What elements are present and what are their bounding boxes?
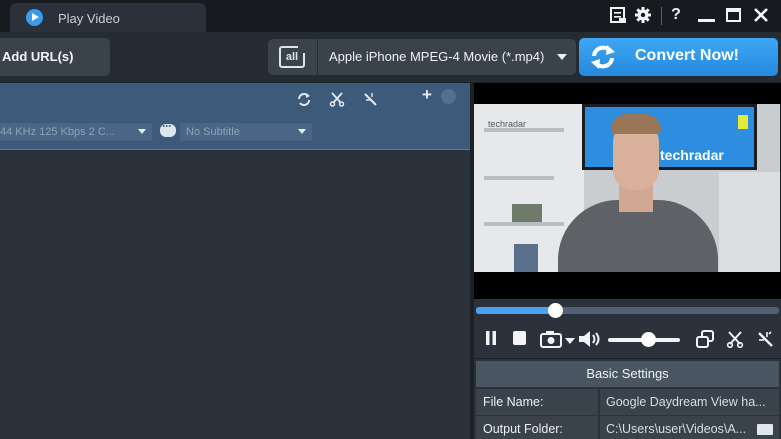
output-folder-value: C:\Users\user\Videos\A... [606,422,747,436]
maximize-button[interactable] [724,4,744,26]
channel-badge: techradar [488,119,527,129]
tv-logo-text: techradar [660,147,724,163]
add-url-button[interactable]: Add URL(s) [0,38,110,76]
output-format-select[interactable]: all Apple iPhone MPEG-4 Movie (*.mp4) [268,39,576,75]
play-circle-icon [26,9,43,26]
volume-handle[interactable] [641,332,656,347]
chevron-down-icon [138,129,146,134]
output-folder-field[interactable]: C:\Users\user\Videos\A... [600,416,779,439]
cut-icon[interactable] [328,90,346,108]
convert-refresh-icon [591,45,615,69]
refresh-icon[interactable] [295,90,313,108]
format-label: Apple iPhone MPEG-4 Movie (*.mp4) [329,49,545,64]
gear-icon[interactable] [633,4,653,26]
convert-label: Convert Now! [635,47,739,64]
record-icon[interactable] [441,89,456,104]
settings-row-output-folder: Output Folder: C:\Users\user\Videos\A... [476,416,779,439]
audio-track-select[interactable]: 44 KHz 125 Kbps 2 C... [0,123,152,141]
snapshot-icon[interactable] [540,330,562,350]
shelf [484,222,564,226]
file-item-header[interactable]: + 44 KHz 125 Kbps 2 C... No Subtitle [0,83,470,150]
file-list-panel: + 44 KHz 125 Kbps 2 C... No Subtitle [0,83,470,439]
file-name-field[interactable]: Google Daydream View ha... [600,389,779,415]
tab-label: Play Video [58,11,120,26]
stop-icon[interactable] [511,330,527,350]
basic-settings-title: Basic Settings [476,361,779,387]
settings-row-file-name: File Name: Google Daydream View ha... [476,389,779,415]
right-wall [719,172,780,272]
minimize-button[interactable] [696,4,718,26]
add-icon[interactable]: + [418,86,436,104]
subtitle-icon [160,119,176,137]
subtitle-select[interactable]: No Subtitle [180,123,312,141]
tv-screen: techradar [582,104,757,170]
close-icon [754,8,768,22]
title-divider [661,7,662,25]
video-letterbox [474,83,781,104]
help-button[interactable]: ? [668,4,684,26]
title-bar: Play Video ? [0,0,781,32]
close-button[interactable] [750,4,772,26]
seek-handle[interactable] [548,303,563,318]
cut-icon[interactable] [725,330,745,350]
snapshot-dropdown-icon[interactable] [565,338,575,344]
format-divider [317,39,318,75]
toolbar: Add URL(s) all Apple iPhone MPEG-4 Movie… [0,32,781,82]
tab-play-video[interactable]: Play Video [10,3,206,32]
player-controls [474,322,781,358]
menu-list-icon[interactable] [608,4,628,26]
shelf [484,176,554,180]
video-letterbox [474,272,781,299]
tv-badge [738,115,748,129]
volume-icon[interactable] [578,330,604,350]
seek-progress [476,307,555,314]
folder-open-icon[interactable] [757,424,773,435]
chevron-down-icon [298,129,306,134]
file-name-label: File Name: [476,389,598,415]
audio-track-value: 44 KHz 125 Kbps 2 C... [0,126,115,138]
magic-wand-icon[interactable] [361,90,379,108]
basic-settings-panel: Basic Settings File Name: Google Daydrea… [474,359,781,439]
format-all-icon: all [279,46,305,68]
video-preview[interactable]: techradar techradar [474,104,780,272]
chevron-down-icon [557,54,567,60]
maximize-icon [726,8,741,22]
shelf-item [512,204,542,222]
minimize-icon [698,19,715,22]
pause-icon[interactable] [483,330,499,350]
presenter-hair [611,114,661,134]
convert-now-button[interactable]: Convert Now! [579,38,778,76]
shelf-item [514,244,538,272]
subtitle-value: No Subtitle [186,126,240,138]
magic-wand-icon[interactable] [755,330,775,350]
output-folder-label: Output Folder: [476,416,598,439]
copy-icon[interactable] [695,330,715,350]
